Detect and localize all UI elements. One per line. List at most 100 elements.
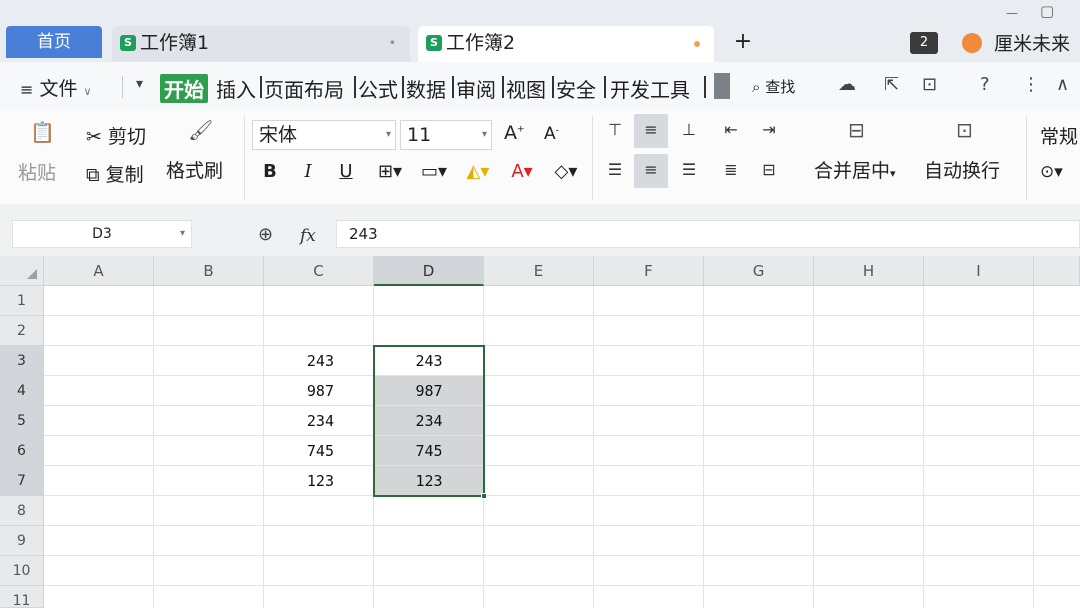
column-header[interactable]: D	[374, 256, 484, 286]
font-size-select[interactable]: 11 ▾	[400, 120, 492, 150]
find-button[interactable]: ⌕ 查找	[752, 76, 795, 97]
avatar[interactable]	[962, 33, 982, 53]
tab-data[interactable]: 数据	[406, 74, 446, 103]
column-header[interactable]: E	[484, 256, 594, 286]
indent-decrease-icon[interactable]: ⇤	[714, 114, 748, 148]
cell-c6[interactable]: 745	[264, 436, 374, 466]
row-header[interactable]: 8	[0, 496, 44, 526]
number-format-select[interactable]: 常规	[1040, 122, 1078, 149]
fill-handle[interactable]	[481, 493, 487, 499]
gridline	[44, 465, 1080, 466]
fill-color-icon[interactable]: ◭▾	[458, 158, 498, 186]
font-grow-button[interactable]: A+	[504, 122, 525, 144]
row-header[interactable]: 3	[0, 346, 44, 376]
font-shrink-button[interactable]: A-	[544, 124, 559, 144]
divider	[402, 76, 404, 98]
paste-button[interactable]: 粘贴	[18, 158, 56, 185]
row-header[interactable]: 10	[0, 556, 44, 586]
column-header[interactable]: G	[704, 256, 814, 286]
tab-workbook-1[interactable]: S 工作簿1 •	[112, 26, 410, 62]
divider	[122, 76, 123, 98]
column-header[interactable]: B	[154, 256, 264, 286]
eraser-icon[interactable]: ◇▾	[546, 158, 586, 186]
tab-developer[interactable]: 开发工具	[610, 74, 690, 103]
row-header[interactable]: 11	[0, 586, 44, 609]
user-name[interactable]: 厘米未来	[994, 29, 1080, 56]
cut-button[interactable]: ✂ 剪切	[86, 122, 146, 149]
italic-button[interactable]: I	[294, 158, 322, 186]
justify-icon[interactable]: ≣	[714, 154, 748, 188]
merge-center-button[interactable]: 合并居中▾	[814, 156, 896, 183]
align-top-icon[interactable]: ⊤	[598, 114, 632, 148]
column-header[interactable]: C	[264, 256, 374, 286]
cell-c5[interactable]: 234	[264, 406, 374, 436]
row-header[interactable]: 9	[0, 526, 44, 556]
file-menu[interactable]: ≡ 文件 ∨	[20, 74, 92, 101]
bold-button[interactable]: B	[256, 158, 284, 186]
tab-formulas[interactable]: 公式	[358, 74, 398, 103]
align-center-icon[interactable]: ≡	[634, 154, 668, 188]
tab-start[interactable]: 开始	[160, 74, 208, 103]
align-bottom-icon[interactable]: ⊥	[672, 114, 706, 148]
row-header[interactable]: 1	[0, 286, 44, 316]
formula-input[interactable]: 243	[336, 220, 1080, 248]
zoom-icon[interactable]: ⊕	[258, 224, 273, 245]
format-painter-button[interactable]: 格式刷	[166, 156, 223, 183]
row-header[interactable]: 5	[0, 406, 44, 436]
wrap-text-icon[interactable]: ⊡	[956, 118, 973, 142]
column-header[interactable]: F	[594, 256, 704, 286]
fill-style-icon[interactable]: ▭▾	[414, 158, 454, 186]
quick-access-dropdown-icon[interactable]: ▾	[136, 76, 143, 92]
row-header[interactable]: 6	[0, 436, 44, 466]
border-icon[interactable]: ⊞▾	[370, 158, 410, 186]
sync-icon[interactable]: ⊡	[922, 74, 937, 95]
tab-insert[interactable]: 插入	[216, 74, 256, 103]
font-color-icon[interactable]: A▾	[502, 158, 542, 186]
align-middle-icon[interactable]: ≡	[634, 114, 668, 148]
tab-workbook-2[interactable]: S 工作簿2	[418, 26, 714, 62]
cell-c3[interactable]: 243	[264, 346, 374, 376]
minimize-icon[interactable]: —	[1006, 6, 1018, 20]
column-header[interactable]: I	[924, 256, 1034, 286]
name-box[interactable]: D3 ▾	[12, 220, 192, 248]
paste-icon[interactable]: 📋	[30, 120, 55, 144]
help-icon[interactable]: ?	[980, 74, 990, 95]
function-icon[interactable]: fx	[300, 226, 316, 246]
collapse-ribbon-icon[interactable]: ∧	[1056, 74, 1069, 95]
tab-view[interactable]: 视图	[506, 74, 546, 103]
underline-button[interactable]: U	[332, 158, 360, 186]
number-format-icon[interactable]: ⊙▾	[1040, 162, 1063, 182]
tab-review[interactable]: 审阅	[456, 74, 496, 103]
distributed-icon[interactable]: ⊟	[752, 154, 786, 188]
brush-icon[interactable]: 🖌	[188, 118, 213, 142]
row-header[interactable]: 4	[0, 376, 44, 406]
align-right-icon[interactable]: ☰	[672, 154, 706, 188]
cloud-icon[interactable]: ☁	[838, 74, 856, 95]
copy-button[interactable]: ⧉ 复制	[86, 160, 144, 187]
more-options-icon[interactable]: ⋮	[1022, 74, 1040, 95]
restore-icon[interactable]: ▢	[1040, 2, 1054, 20]
tab-count-badge[interactable]: 2	[910, 32, 938, 54]
tab-home[interactable]: 首页	[6, 26, 102, 58]
more-tabs-button[interactable]	[714, 73, 730, 99]
font-name-select[interactable]: 宋体 ▾	[252, 120, 396, 150]
wrap-text-button[interactable]: 自动换行	[924, 156, 1000, 183]
merge-cells-icon[interactable]: ⊟	[848, 118, 865, 142]
indent-increase-icon[interactable]: ⇥	[752, 114, 786, 148]
column-header[interactable]: H	[814, 256, 924, 286]
select-all-button[interactable]	[0, 256, 44, 286]
close-tab-icon[interactable]: •	[389, 26, 396, 60]
align-left-icon[interactable]: ☰	[598, 154, 632, 188]
column-header[interactable]: A	[44, 256, 154, 286]
row-header[interactable]: 7	[0, 466, 44, 496]
share-icon[interactable]: ⇱	[884, 74, 899, 95]
cell-c4[interactable]: 987	[264, 376, 374, 406]
cell-c7[interactable]: 123	[264, 466, 374, 496]
row-header[interactable]: 2	[0, 316, 44, 346]
new-tab-button[interactable]: +	[728, 26, 758, 58]
tab-page-layout[interactable]: 页面布局	[264, 74, 344, 103]
spreadsheet-grid[interactable]: A B C D E F G H I 1 2 3 4 5 6 7 8 9 10 1…	[0, 256, 1080, 609]
column-header[interactable]	[1034, 256, 1080, 286]
tab-security[interactable]: 安全	[556, 74, 596, 103]
find-label: 查找	[765, 78, 796, 96]
